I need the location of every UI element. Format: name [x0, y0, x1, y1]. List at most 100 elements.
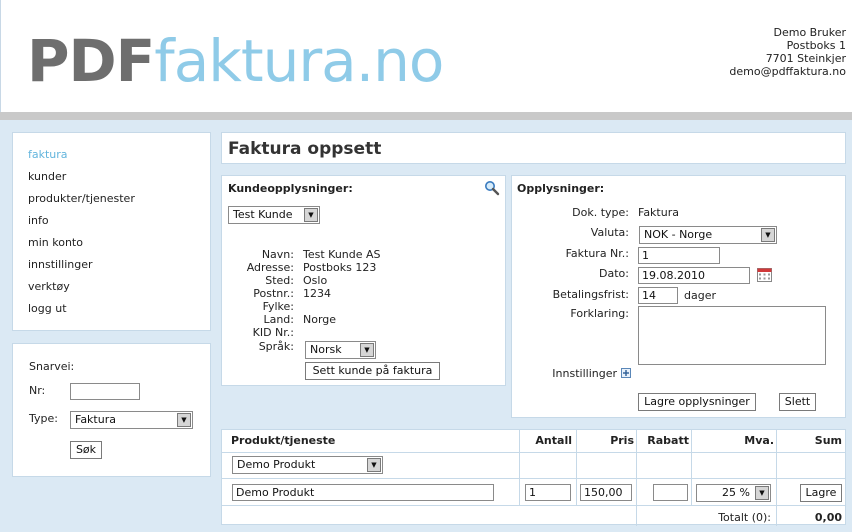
product-select-value: Demo Produkt: [237, 458, 316, 471]
shortcut-nr-input[interactable]: [70, 383, 140, 400]
quantity-input[interactable]: 1: [525, 484, 571, 501]
doc-type-value: Faktura: [638, 206, 679, 219]
calendar-icon[interactable]: [757, 267, 772, 282]
nav-item-innstillinger[interactable]: innstillinger: [28, 257, 210, 279]
customer-label-county: Fylke:: [262, 300, 294, 313]
customer-label-address: Adresse:: [246, 261, 294, 274]
product-select[interactable]: Demo Produkt ▼: [232, 456, 383, 474]
invoice-nr-input[interactable]: 1: [638, 247, 720, 264]
divider: [776, 430, 777, 526]
chevron-down-icon: ▼: [360, 343, 374, 357]
header-divider: [0, 112, 852, 120]
due-input[interactable]: 14: [638, 287, 678, 304]
shortcut-search-button[interactable]: Søk: [70, 441, 102, 459]
page-title: Faktura oppsett: [228, 139, 382, 159]
nav-item-kunder[interactable]: kunder: [28, 169, 210, 191]
currency-label: Valuta:: [590, 226, 629, 239]
doc-type-label: Dok. type:: [572, 206, 629, 219]
vat-select[interactable]: 25 % ▼: [696, 484, 771, 502]
logo[interactable]: PDFfaktura.no: [27, 26, 444, 96]
date-label: Dato:: [599, 267, 629, 280]
col-header-price: Pris: [610, 434, 634, 447]
divider: [222, 452, 845, 453]
customer-heading: Kundeopplysninger:: [228, 182, 353, 195]
chevron-down-icon: ▼: [755, 486, 769, 500]
customer-label-postnr: Postnr.:: [253, 287, 294, 300]
note-textarea[interactable]: [638, 306, 826, 365]
language-select[interactable]: Norsk ▼: [305, 341, 376, 359]
nav-item-info[interactable]: info: [28, 213, 210, 235]
due-unit: dager: [684, 289, 716, 302]
divider: [636, 430, 637, 505]
col-header-product: Produkt/tjeneste: [231, 434, 336, 447]
note-label: Forklaring:: [570, 307, 629, 320]
total-label: Totalt (0):: [718, 511, 771, 524]
logo-pdf-text: PDF: [27, 27, 155, 95]
customer-label-kid: KID Nr.:: [252, 326, 294, 339]
divider: [222, 478, 845, 479]
company-address: Postboks 1: [786, 39, 846, 52]
total-value: 0,00: [814, 511, 842, 524]
customer-label-place: Sted:: [265, 274, 294, 287]
language-select-value: Norsk: [310, 343, 342, 356]
save-info-button[interactable]: Lagre opplysninger: [638, 393, 756, 411]
main-nav: faktura kunder produkter/tjenester info …: [12, 132, 211, 331]
customer-value-country: Norge: [303, 313, 337, 326]
divider: [222, 505, 845, 506]
chevron-down-icon: ▼: [177, 413, 191, 427]
col-header-vat: Mva.: [744, 434, 774, 447]
customer-value-address: Postboks 123: [303, 261, 377, 274]
divider: [576, 430, 577, 505]
save-row-button[interactable]: Lagre: [800, 484, 842, 502]
col-header-discount: Rabatt: [647, 434, 689, 447]
invoice-info-panel: Opplysninger: Dok. type: Faktura Valuta:…: [511, 175, 846, 418]
shortcut-title: Snarvei:: [29, 360, 75, 373]
customer-label-language: Språk:: [258, 340, 294, 353]
product-name-input[interactable]: Demo Produkt: [232, 484, 494, 501]
delete-button[interactable]: Slett: [779, 393, 816, 411]
plus-box-icon[interactable]: [621, 368, 631, 378]
page-title-panel: Faktura oppsett: [221, 132, 846, 164]
company-info: Demo Bruker Postboks 1 7701 Steinkjer de…: [729, 26, 846, 78]
chevron-down-icon: ▼: [761, 228, 775, 242]
search-icon[interactable]: [484, 180, 500, 196]
customer-select[interactable]: Test Kunde ▼: [228, 206, 320, 224]
customer-value-name: Test Kunde AS: [303, 248, 381, 261]
currency-select-value: NOK - Norge: [644, 228, 713, 241]
divider: [519, 430, 520, 505]
divider: [636, 505, 637, 526]
customer-label-country: Land:: [263, 313, 294, 326]
chevron-down-icon: ▼: [304, 208, 318, 222]
shortcut-panel: Snarvei: Nr: Type: Faktura ▼ Søk: [12, 343, 211, 477]
nav-item-produkter[interactable]: produkter/tjenester: [28, 191, 210, 213]
discount-input[interactable]: [653, 484, 688, 501]
shortcut-nr-label: Nr:: [29, 384, 46, 397]
settings-label[interactable]: Innstillinger: [512, 367, 617, 380]
col-header-sum: Sum: [814, 434, 842, 447]
shortcut-type-select[interactable]: Faktura ▼: [70, 411, 193, 429]
set-customer-button[interactable]: Sett kunde på faktura: [305, 362, 440, 380]
page-header: PDFfaktura.no Demo Bruker Postboks 1 770…: [0, 0, 852, 112]
nav-item-faktura[interactable]: faktura: [28, 147, 210, 169]
price-input[interactable]: 150,00: [580, 484, 632, 501]
logo-rest-text: faktura.no: [154, 27, 444, 95]
due-label: Betalingsfrist:: [552, 288, 629, 301]
customer-value-place: Oslo: [303, 274, 328, 287]
shortcut-type-label: Type:: [29, 412, 58, 425]
date-input[interactable]: 19.08.2010: [638, 267, 750, 284]
invoice-nr-label: Faktura Nr.:: [565, 247, 629, 260]
nav-item-logg-ut[interactable]: logg ut: [28, 301, 210, 323]
currency-select[interactable]: NOK - Norge ▼: [639, 226, 777, 244]
company-name: Demo Bruker: [773, 26, 847, 39]
products-panel: Produkt/tjeneste Antall Pris Rabatt Mva.…: [221, 429, 846, 526]
company-city: 7701 Steinkjer: [765, 52, 846, 65]
chevron-down-icon: ▼: [367, 458, 381, 472]
divider: [691, 430, 692, 505]
company-email: demo@pdffaktura.no: [729, 65, 846, 78]
nav-item-min-konto[interactable]: min konto: [28, 235, 210, 257]
nav-item-verktoy[interactable]: verktøy: [28, 279, 210, 301]
customer-select-value: Test Kunde: [233, 208, 293, 221]
shortcut-type-value: Faktura: [75, 413, 116, 426]
customer-label-name: Navn:: [261, 248, 294, 261]
col-header-quantity: Antall: [535, 434, 572, 447]
